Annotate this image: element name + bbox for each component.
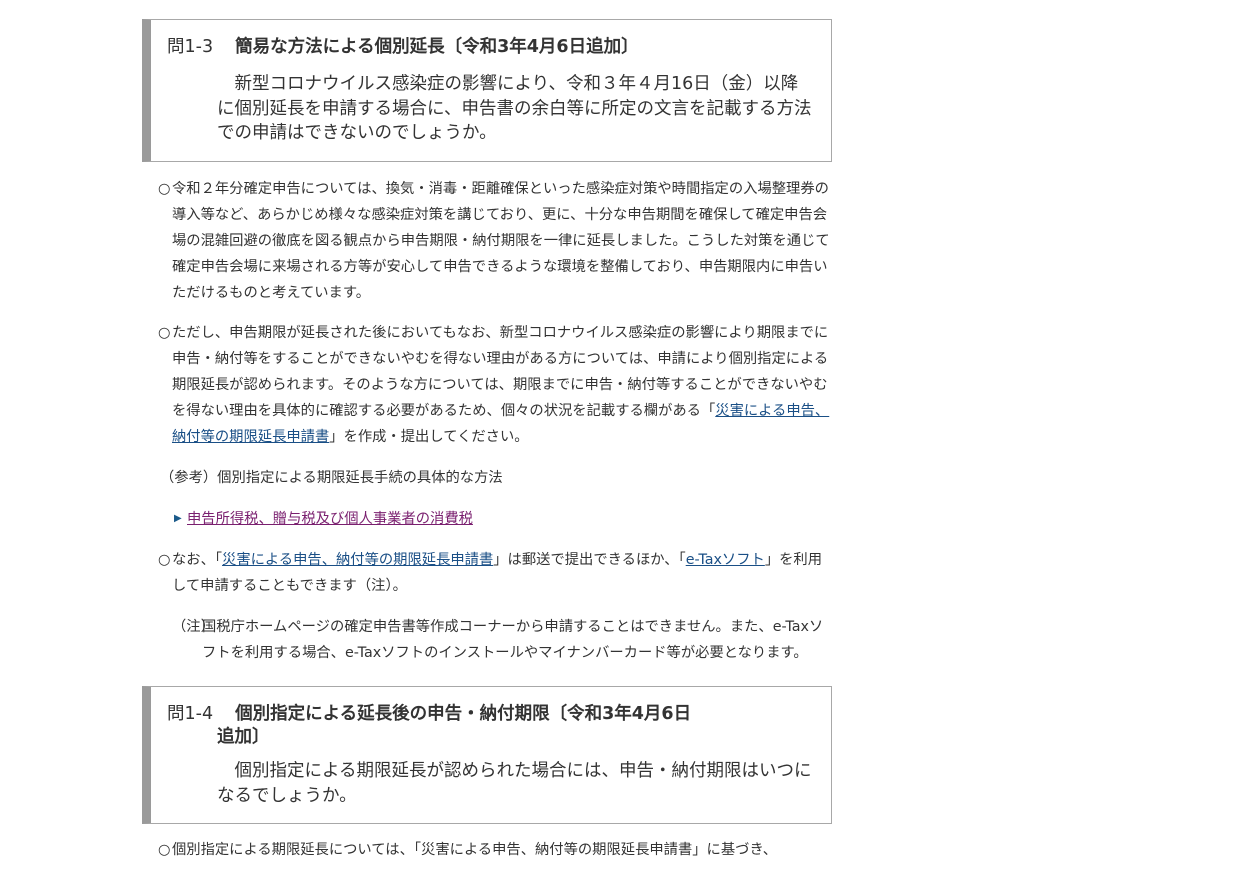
triangle-right-icon: ▶: [174, 513, 182, 524]
question-heading: 問1-4 個別指定による延長後の申告・納付期限〔令和3年4月6日 追加〕: [167, 703, 811, 749]
income-tax-procedure-link[interactable]: 申告所得税、贈与税及び個人事業者の消費税: [187, 511, 473, 527]
note-text: 国税庁ホームページの確定申告書等作成コーナーから申請することはできません。また、…: [202, 619, 824, 661]
question-heading: 問1-3 簡易な方法による個別延長〔令和3年4月6日追加〕: [167, 36, 811, 59]
note-paragraph: （注） 国税庁ホームページの確定申告書等作成コーナーから申請することはできません…: [142, 614, 832, 666]
answer-paragraph: ○ ただし、申告期限が延長された後においてもなお、新型コロナウイルス感染症の影響…: [142, 320, 832, 450]
circle-bullet-icon: ○: [158, 325, 171, 341]
answer-text: 個別指定による期限延長については、「災害による申告、納付等の期限延長申請書」に基…: [172, 842, 778, 858]
note-label: （注）: [172, 619, 215, 635]
circle-bullet-icon: ○: [158, 181, 171, 197]
question-box-1-4: 問1-4 個別指定による延長後の申告・納付期限〔令和3年4月6日 追加〕 個別指定…: [142, 686, 832, 824]
answer-paragraph: ○ なお、「災害による申告、納付等の期限延長申請書」は郵送で提出できるほか、「e…: [142, 547, 832, 599]
question-title: 簡易な方法による個別延長〔令和3年4月6日追加〕: [235, 37, 639, 57]
question-title: 個別指定による延長後の申告・納付期限〔令和3年4月6日: [235, 704, 692, 724]
question-text: 新型コロナウイルス感染症の影響により、令和３年４月16日（金）以降に個別延長を申…: [217, 74, 812, 143]
answer-paragraph: ○ 令和２年分確定申告については、換気・消毒・距離確保といった感染症対策や時間指…: [142, 176, 832, 306]
question-title-continued: 追加〕: [217, 727, 270, 747]
answer-text: なお、「: [172, 552, 223, 568]
circle-bullet-icon: ○: [158, 842, 171, 858]
question-box-1-3: 問1-3 簡易な方法による個別延長〔令和3年4月6日追加〕 新型コロナウイルス感染…: [142, 19, 832, 162]
answer-paragraph: ○ 個別指定による期限延長については、「災害による申告、納付等の期限延長申請書」…: [142, 837, 832, 863]
answer-text: 」は郵送で提出できるほか、「: [493, 552, 686, 568]
extension-application-link[interactable]: 災害による申告、納付等の期限延長申請書: [222, 552, 493, 568]
main-content: 問1-3 簡易な方法による個別延長〔令和3年4月6日追加〕 新型コロナウイルス感染…: [142, 0, 832, 863]
question-number: 問1-4: [167, 704, 214, 724]
reference-note: （参考）個別指定による期限延長手続の具体的な方法: [160, 470, 503, 486]
answer-text: 」を作成・提出してください。: [329, 429, 529, 445]
reference-link-row: ▶ 申告所得税、贈与税及び個人事業者の消費税: [142, 506, 832, 532]
etax-software-link[interactable]: e-Taxソフト: [686, 552, 765, 568]
answer-text: 令和２年分確定申告については、換気・消毒・距離確保といった感染症対策や時間指定の…: [172, 181, 830, 301]
question-text: 個別指定による期限延長が認められた場合には、申告・納付期限はいつになるでしょうか…: [217, 761, 812, 806]
question-number: 問1-3: [167, 37, 214, 57]
circle-bullet-icon: ○: [158, 552, 171, 568]
